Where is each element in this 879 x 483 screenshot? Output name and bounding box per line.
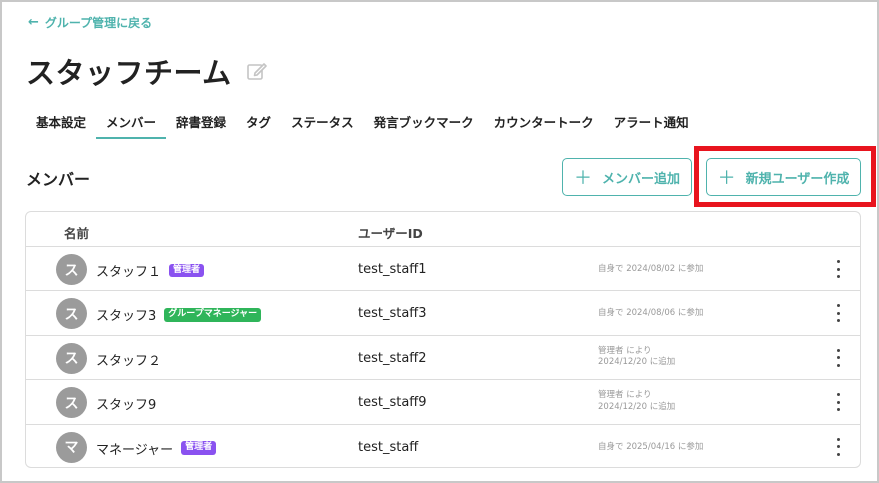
user-id: test_staff3 xyxy=(358,306,427,322)
join-info-line: 管理者 により xyxy=(598,390,652,401)
more-vertical-icon[interactable] xyxy=(831,303,845,323)
member-name: スタッフ２ xyxy=(96,353,162,369)
avatar: ス xyxy=(56,387,87,419)
add-member-button[interactable]: ＋ メンバー追加 xyxy=(562,158,692,196)
title-row: スタッフチーム xyxy=(26,50,268,92)
more-vertical-icon[interactable] xyxy=(831,348,845,368)
avatar: ス xyxy=(56,254,87,285)
member-name-cell: マネージャー 管理者 xyxy=(96,439,217,458)
tab-bookmarks[interactable]: 発言ブックマーク xyxy=(364,108,484,139)
plus-icon: ＋ xyxy=(573,168,592,188)
member-name: マネージャー xyxy=(96,442,174,458)
header-name: 名前 xyxy=(64,226,90,241)
header-user-id: ユーザーID xyxy=(358,226,423,241)
member-name-cell: スタッフ3 グループマネージャー xyxy=(96,305,262,325)
avatar: マ xyxy=(56,431,87,463)
join-info: 自身で 2024/08/02 に参加 xyxy=(598,264,703,275)
table-header: 名前 ユーザーID xyxy=(26,212,860,247)
tab-status[interactable]: ステータス xyxy=(281,108,364,139)
members-table: 名前 ユーザーID ス スタッフ１ 管理者 test_staff1 自身で 20… xyxy=(25,211,861,468)
join-info: 自身で 2025/04/16 に参加 xyxy=(598,442,703,453)
join-info-line: 自身で 2024/08/02 に参加 xyxy=(598,264,704,274)
tab-counter-talk[interactable]: カウンタートーク xyxy=(484,108,604,139)
member-name: スタッフ9 xyxy=(96,398,157,414)
join-info-line: 管理者 により xyxy=(598,345,652,356)
user-id: test_staff1 xyxy=(358,262,427,277)
join-info-line: 自身で 2025/04/16 に参加 xyxy=(598,441,704,452)
tab-dictionary[interactable]: 辞書登録 xyxy=(166,108,236,139)
avatar: ス xyxy=(56,342,87,374)
role-badge: グループマネージャー xyxy=(164,307,262,322)
table-row: ス スタッフ9 test_staff9 管理者 により 2024/12/20 に… xyxy=(26,380,860,425)
member-name-cell: スタッフ１ 管理者 xyxy=(96,261,205,280)
highlight-box xyxy=(694,146,876,207)
member-name: スタッフ１ xyxy=(96,265,162,280)
avatar: ス xyxy=(56,298,87,330)
join-info: 管理者 により 2024/12/20 に追加 xyxy=(598,346,675,369)
user-id: test_staff9 xyxy=(358,395,427,411)
edit-icon[interactable] xyxy=(246,60,268,82)
tab-alerts[interactable]: アラート通知 xyxy=(604,108,699,139)
join-info-line: 2024/12/20 に追加 xyxy=(598,401,676,412)
more-vertical-icon[interactable] xyxy=(831,437,845,457)
more-vertical-icon[interactable] xyxy=(831,392,845,412)
table-row: マ マネージャー 管理者 test_staff 自身で 2025/04/16 に… xyxy=(26,425,860,467)
role-badge: 管理者 xyxy=(169,263,205,278)
user-id: test_staff2 xyxy=(358,350,427,366)
table-row: ス スタッフ3 グループマネージャー test_staff3 自身で 2024/… xyxy=(26,291,860,336)
user-id: test_staff xyxy=(358,439,419,455)
join-info: 管理者 により 2024/12/20 に追加 xyxy=(598,390,675,413)
member-name-cell: スタッフ9 xyxy=(96,394,156,413)
table-row: ス スタッフ２ test_staff2 管理者 により 2024/12/20 に… xyxy=(26,336,860,381)
join-info: 自身で 2024/08/06 に参加 xyxy=(598,308,703,319)
arrow-left-icon: ← xyxy=(28,15,39,30)
member-name: スタッフ3 xyxy=(96,309,157,325)
more-vertical-icon[interactable] xyxy=(831,259,845,279)
page-title: スタッフチーム xyxy=(26,56,232,90)
role-badge: 管理者 xyxy=(181,441,217,455)
add-member-label: メンバー追加 xyxy=(601,170,680,186)
tab-basic-settings[interactable]: 基本設定 xyxy=(26,108,96,139)
join-info-line: 自身で 2024/08/06 に参加 xyxy=(598,308,704,319)
back-link[interactable]: ← グループ管理に戻る xyxy=(28,14,152,31)
member-name-cell: スタッフ２ xyxy=(96,350,161,369)
table-row: ス スタッフ１ 管理者 test_staff1 自身で 2024/08/02 に… xyxy=(26,247,860,292)
back-link-label: グループ管理に戻る xyxy=(44,16,153,30)
section-title: メンバー xyxy=(26,170,91,189)
tab-tags[interactable]: タグ xyxy=(236,108,281,139)
join-info-line: 2024/12/20 に追加 xyxy=(598,357,676,368)
tab-members[interactable]: メンバー xyxy=(96,108,167,139)
tab-bar: 基本設定 メンバー 辞書登録 タグ ステータス 発言ブックマーク カウンタートー… xyxy=(26,108,699,139)
